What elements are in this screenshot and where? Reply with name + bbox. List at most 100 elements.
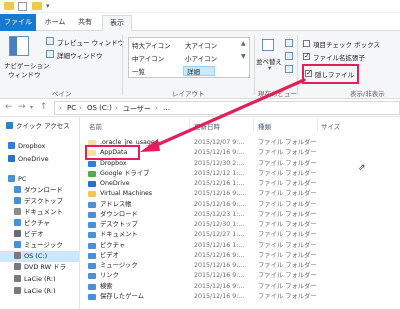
- table-row[interactable]: リンク 2015/12/16 9:… ファイル フォルダー: [81, 271, 400, 281]
- dropbox-icon: [88, 160, 96, 167]
- recent-locations-icon[interactable]: ▾: [30, 104, 33, 111]
- up-icon[interactable]: ↑: [40, 102, 48, 112]
- extra-large-icons-option[interactable]: 特大アイコン: [132, 40, 171, 50]
- sidebar-item[interactable]: ミュージック: [0, 240, 79, 251]
- column-header-date[interactable]: 更新日時: [194, 121, 220, 131]
- file-type: ファイル フォルダー: [258, 159, 317, 167]
- breadcrumb-pc[interactable]: PC: [67, 104, 76, 112]
- item-checkboxes-checkbox[interactable]: [303, 40, 310, 47]
- sidebar-item-label: ミュージック: [24, 241, 63, 249]
- search-icon: [88, 283, 96, 290]
- size-columns-icon[interactable]: [285, 65, 293, 73]
- column-divider[interactable]: [253, 119, 254, 131]
- sidebar-item[interactable]: ドキュメント: [0, 207, 79, 218]
- sidebar-item[interactable]: Dropbox: [0, 141, 79, 152]
- column-header-name[interactable]: 名前: [89, 121, 102, 131]
- breadcrumb-user[interactable]: …: [163, 104, 170, 112]
- table-row[interactable]: デスクトップ 2015/12/30 1:… ファイル フォルダー: [81, 220, 400, 230]
- table-row[interactable]: ダウンロード 2015/12/23 1:… ファイル フォルダー: [81, 210, 400, 220]
- group-by-icon[interactable]: [285, 39, 293, 47]
- navigation-pane-button-line2[interactable]: ウィンドウ: [8, 69, 41, 79]
- tab-file[interactable]: ファイル: [0, 14, 36, 31]
- table-row[interactable]: アドレス帳 2015/12/16 9:… ファイル フォルダー: [81, 200, 400, 210]
- sidebar-item[interactable]: LaCie (R:): [0, 274, 79, 285]
- column-divider[interactable]: [317, 119, 318, 131]
- sidebar-item-label: LaCie (R:): [24, 287, 56, 295]
- file-name: ビデオ: [100, 251, 119, 259]
- picture-icon: [88, 242, 96, 249]
- sidebar-item-label: Dropbox: [18, 142, 46, 150]
- column-header-size[interactable]: サイズ: [321, 121, 340, 131]
- column-divider[interactable]: [189, 119, 190, 131]
- list-option[interactable]: 一覧: [132, 66, 145, 76]
- gallery-scroll-up-icon[interactable]: ▲: [241, 40, 246, 47]
- file-extensions-checkbox[interactable]: ✓: [303, 53, 310, 60]
- file-extensions-label: ファイル名拡張子: [313, 54, 365, 62]
- details-option[interactable]: 詳細: [187, 66, 200, 76]
- sidebar-item[interactable]: ピクチャ: [0, 218, 79, 229]
- mouse-cursor-icon: ⇗: [358, 163, 366, 173]
- preview-pane-button[interactable]: プレビュー ウィンドウ: [57, 37, 124, 47]
- properties-icon[interactable]: [18, 2, 27, 11]
- video-icon: [88, 252, 96, 259]
- desktop-icon: [14, 197, 21, 204]
- sidebar-item-label: OneDrive: [18, 155, 49, 163]
- sidebar-item[interactable]: ダウンロード: [0, 185, 79, 196]
- table-row[interactable]: Virtual Machines 2015/12/16 9:… ファイル フォルダー: [81, 189, 400, 199]
- file-name: アドレス帳: [100, 200, 132, 208]
- quick-access-dropdown-icon[interactable]: ▾: [46, 2, 50, 10]
- forward-icon[interactable]: →: [18, 102, 26, 112]
- navigation-pane-icon[interactable]: [9, 36, 29, 56]
- details-pane-button[interactable]: 詳細ウィンドウ: [57, 50, 103, 60]
- table-row[interactable]: ピクチャ 2015/12/16 1:… ファイル フォルダー: [81, 241, 400, 251]
- file-date: 2015/12/16 9:…: [194, 282, 245, 290]
- download-icon: [88, 211, 96, 218]
- sidebar-item[interactable]: OS (C:): [0, 251, 79, 262]
- file-date: 2015/12/16 9:…: [194, 190, 245, 198]
- file-name: ピクチャ: [100, 241, 126, 249]
- sort-by-dropdown-icon[interactable]: ▾: [268, 64, 271, 72]
- tab-view[interactable]: 表示: [102, 15, 132, 32]
- address-field[interactable]: › PC › OS (C:) › ユーザー › …: [54, 101, 400, 115]
- table-row[interactable]: ドキュメント 2015/12/27 1:… ファイル フォルダー: [81, 230, 400, 240]
- tab-home[interactable]: ホーム: [40, 15, 70, 30]
- table-row[interactable]: OneDrive 2015/12/16 1:… ファイル フォルダー: [81, 179, 400, 189]
- file-date: 2015/12/16 9:…: [194, 272, 245, 280]
- table-row[interactable]: 検索 2015/12/16 9:… ファイル フォルダー: [81, 282, 400, 292]
- table-row[interactable]: ビデオ 2015/12/16 9:… ファイル フォルダー: [81, 251, 400, 261]
- table-row[interactable]: Google ドライブ 2015/12/12 1:… ファイル フォルダー: [81, 169, 400, 179]
- table-row[interactable]: 保存したゲーム 2015/12/16 9:… ファイル フォルダー: [81, 292, 400, 302]
- file-name: ドキュメント: [100, 231, 138, 239]
- sidebar-item[interactable]: OneDrive: [0, 154, 79, 165]
- add-columns-icon[interactable]: [285, 52, 293, 60]
- preview-pane-icon: [46, 37, 54, 45]
- column-header-type[interactable]: 種類: [258, 121, 271, 131]
- large-icons-option[interactable]: 大アイコン: [185, 40, 217, 50]
- sidebar-item[interactable]: クイック アクセス: [0, 121, 79, 132]
- sidebar-item[interactable]: ビデオ: [0, 229, 79, 240]
- sidebar-item[interactable]: DVD RW ドラ: [0, 262, 79, 273]
- sidebar-item[interactable]: デスクトップ: [0, 196, 79, 207]
- sort-icon[interactable]: [260, 37, 274, 51]
- file-type: ファイル フォルダー: [258, 262, 317, 269]
- sidebar-item[interactable]: PC: [0, 174, 79, 185]
- breadcrumb-users[interactable]: ユーザー: [123, 104, 151, 114]
- group-divider: [254, 35, 255, 95]
- table-row[interactable]: ミュージック 2015/12/16 9:… ファイル フォルダー: [81, 261, 400, 271]
- medium-icons-option[interactable]: 中アイコン: [132, 53, 164, 63]
- breadcrumb-os-c[interactable]: OS (C:): [87, 104, 112, 112]
- file-name: ダウンロード: [100, 210, 138, 218]
- file-date: 2015/12/12 1:…: [194, 169, 245, 177]
- file-type: ファイル フォルダー: [258, 282, 317, 290]
- file-name: 保存したゲーム: [100, 292, 144, 300]
- tab-share[interactable]: 共有: [72, 15, 98, 30]
- back-icon[interactable]: ←: [5, 102, 13, 112]
- google-drive-icon: [88, 170, 96, 177]
- table-row[interactable]: Dropbox 2015/12/30 2:… ファイル フォルダー: [81, 159, 400, 169]
- new-folder-icon[interactable]: [32, 2, 42, 10]
- gallery-scroll-down-icon[interactable]: ▼: [241, 53, 246, 60]
- sidebar-item-label: PC: [18, 175, 27, 183]
- small-icons-option[interactable]: 小アイコン: [185, 53, 217, 63]
- sidebar-item[interactable]: LaCie (R:): [0, 286, 79, 297]
- star-icon: [6, 122, 13, 129]
